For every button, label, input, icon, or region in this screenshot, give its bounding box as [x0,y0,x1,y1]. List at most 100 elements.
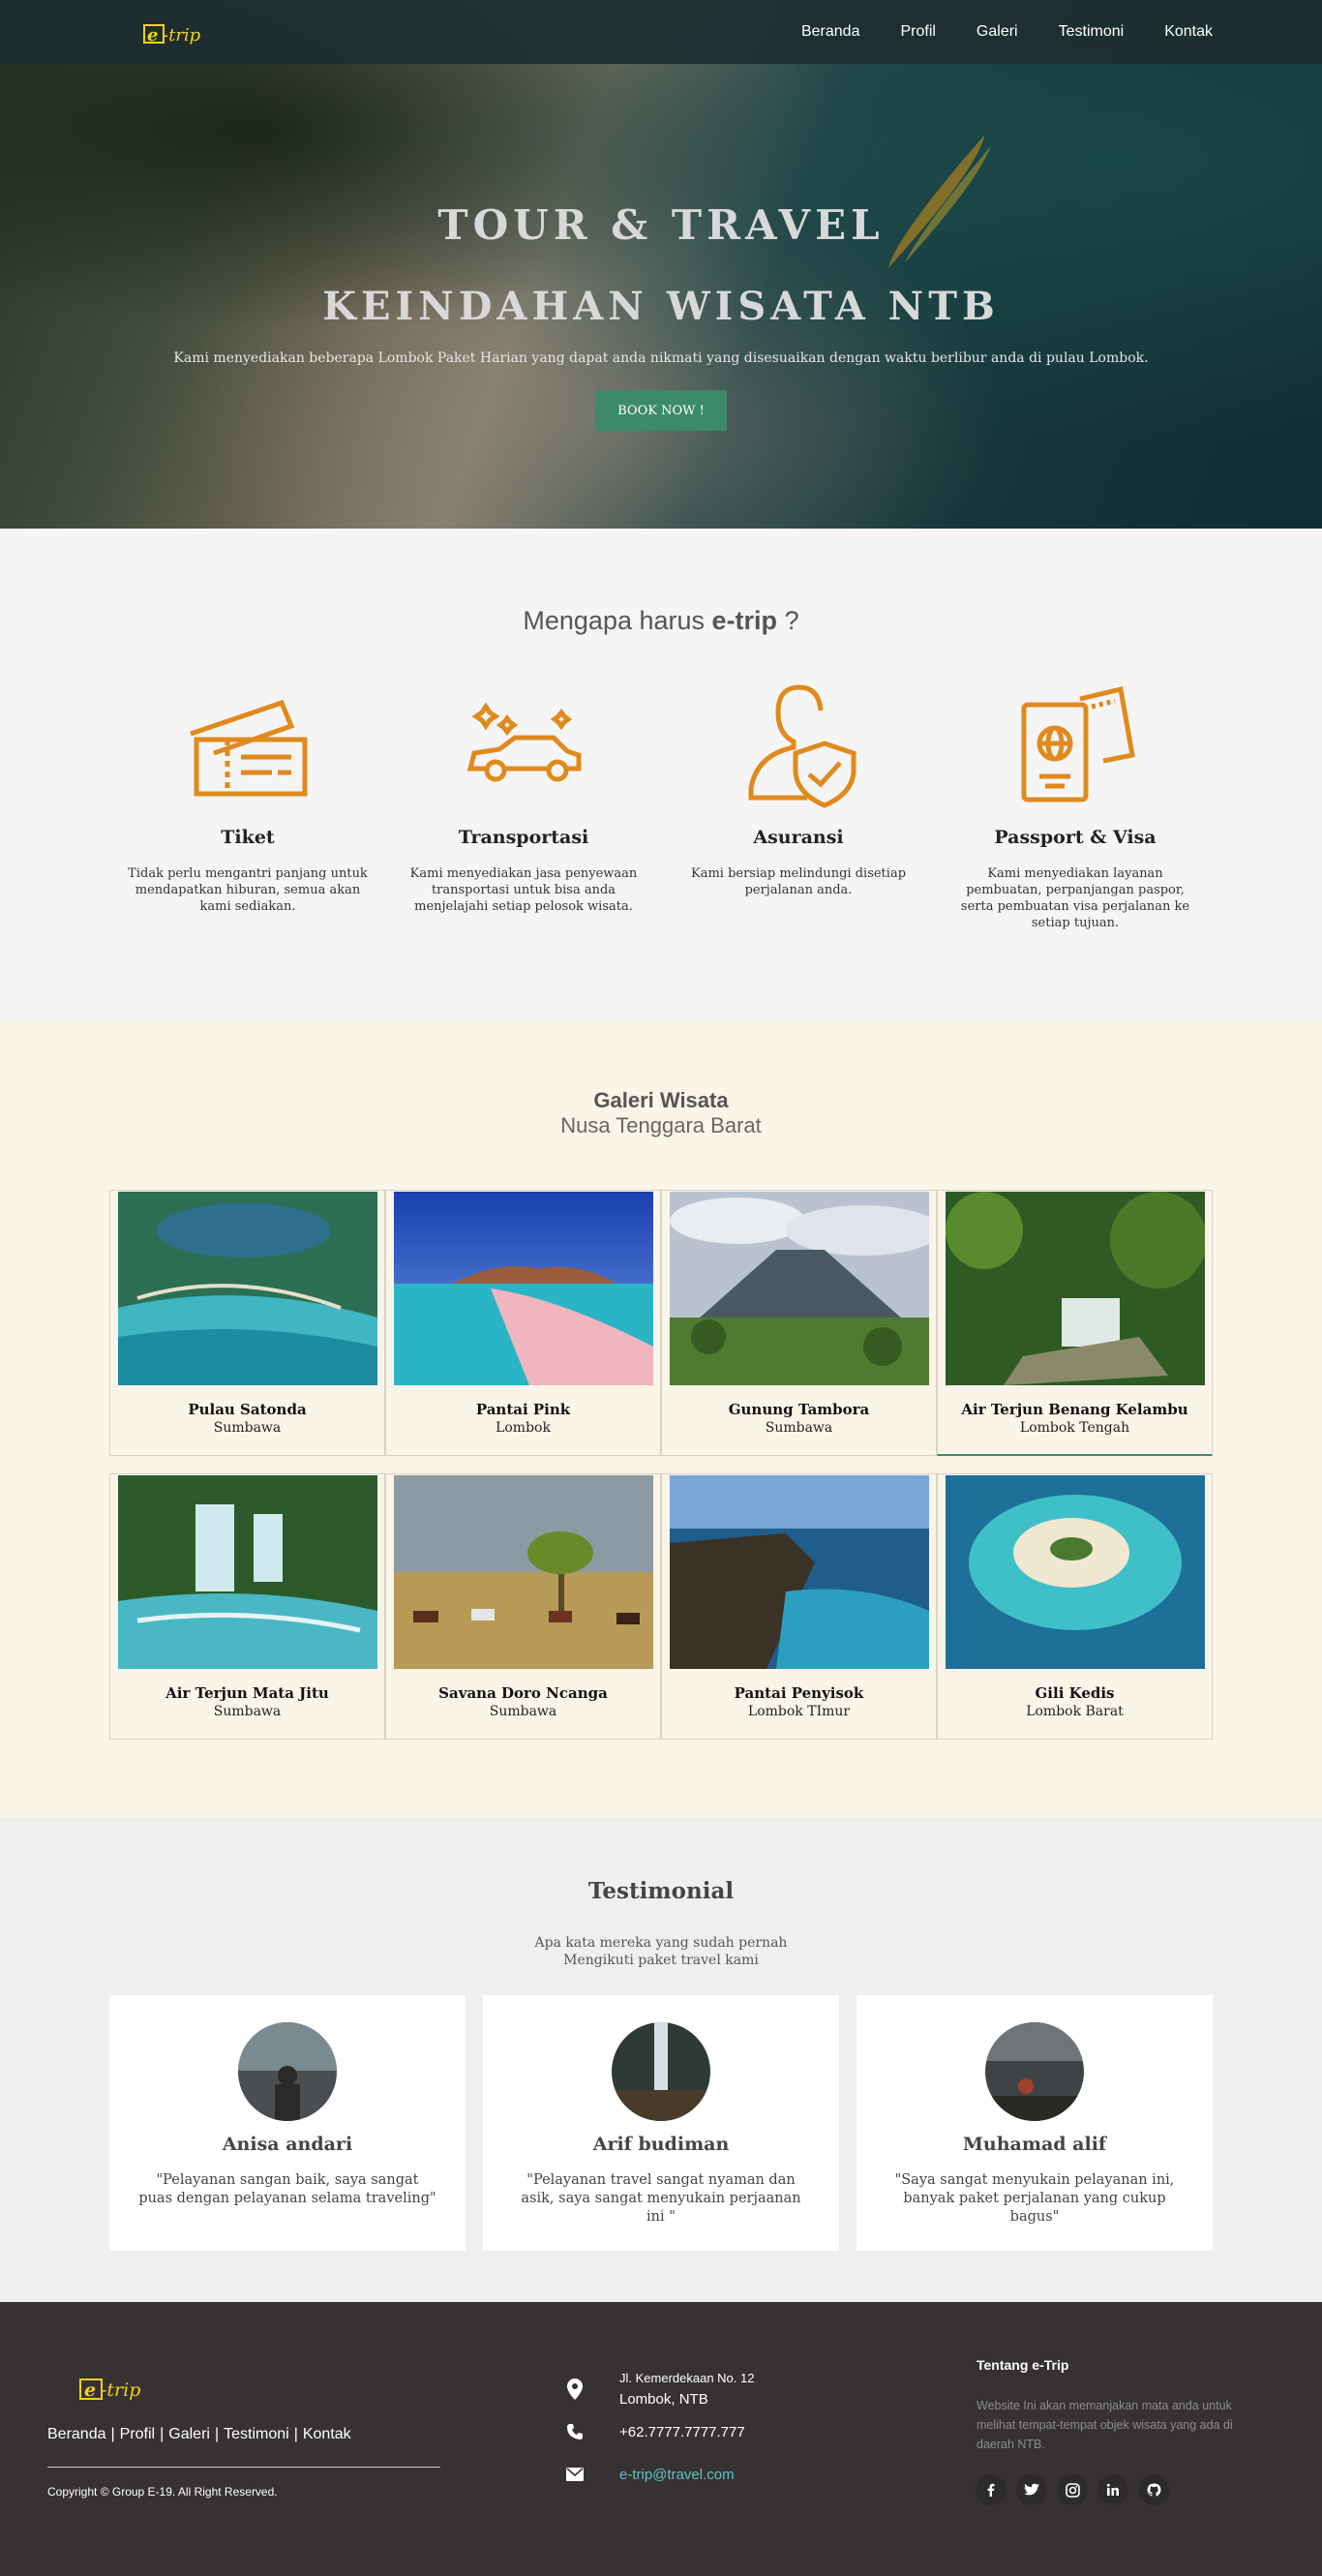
nav-galeri[interactable]: Galeri [976,23,1018,41]
photo-pantai-penyisok [670,1475,929,1669]
photo-savana-doro-ncanga [394,1475,653,1669]
phone-number: +62.7777.7777.777 [619,2423,745,2440]
about-text: Website Ini akan memanjakan mata anda un… [976,2399,1233,2451]
gallery-item-name: Air Terjun Mata Jitu [165,1684,329,1702]
gallery-item-name: Gunung Tambora [728,1401,870,1418]
footer-email: e-trip@travel.com [565,2463,735,2486]
hero-overlay [0,0,1322,529]
nav-profil[interactable]: Profil [900,23,935,41]
feature-text: Kami bersiap melindungi disetiap perjala… [690,866,907,897]
phone-icon [565,2420,585,2443]
feature-title: Passport & Visa [994,827,1157,848]
gallery-item-region: Lombok TImur [747,1704,851,1719]
testimonial-name: Arif budiman [592,2134,730,2155]
gallery-item-name: Air Terjun Benang Kelambu [961,1401,1188,1418]
nav-beranda[interactable]: Beranda [801,23,860,41]
passport-icon [1021,685,1135,803]
address-line1: Jl. Kemerdekaan No. 12 [619,2371,755,2385]
ticket-icon [190,699,308,797]
envelope-icon [565,2463,585,2486]
hero-section: TOUR & TRAVEL KEINDAHAN WISATA NTB Kami … [0,0,1322,529]
gallery-item-name: Pantai Pink [475,1401,571,1418]
twitter-icon[interactable] [1016,2474,1047,2505]
photo-pantai-pink [394,1192,653,1385]
navbar: e -trip Beranda Profil Galeri Testimoni … [0,0,1322,64]
why-section: Mengapa harus e-trip ? Tiket Tidak perlu… [0,529,1322,1022]
footer-link-galeri[interactable]: Galeri [168,2426,210,2442]
feature-transportasi: Transportasi Kami menyediakan jasa penye… [400,683,647,915]
avatar [238,2022,337,2121]
testimonial-name: Anisa andari [222,2134,353,2155]
footer-address: Jl. Kemerdekaan No. 12 Lombok, NTB [565,2368,754,2410]
hero-subtitle: Kami menyediakan beberapa Lombok Paket H… [173,350,1149,366]
testimonial-card: Arif budiman "Pelayanan travel sangat ny… [483,1995,839,2251]
github-icon[interactable] [1138,2474,1169,2505]
gallery-title: Galeri Wisata [593,1088,729,1112]
gallery-card-air-terjun-mata-jitu[interactable]: Air Terjun Mata Jitu Sumbawa [109,1473,385,1740]
gallery-item-name: Savana Doro Ncanga [438,1684,608,1702]
gallery-card-pulau-satonda[interactable]: Pulau Satonda Sumbawa [109,1190,385,1456]
photo-air-terjun-mata-jitu [118,1475,377,1669]
gallery-item-region: Sumbawa [213,1420,282,1436]
gallery-subtitle: Nusa Tenggara Barat [560,1113,762,1137]
gallery-item-region: Sumbawa [765,1420,833,1436]
gallery-item-name: Pulau Satonda [188,1401,307,1418]
feature-title: Tiket [221,827,275,848]
etrip-logo[interactable]: e -trip [79,2371,155,2406]
photo-gili-kedis [946,1475,1205,1669]
facebook-icon[interactable] [976,2474,1007,2505]
gallery-item-region: Sumbawa [213,1704,282,1719]
testimonial-subtitle: Apa kata mereka yang sudah pernah Mengik… [534,1935,788,1968]
hero-title-line2: KEINDAHAN WISATA NTB [322,284,1000,329]
gallery-section: Galeri Wisata Nusa Tenggara Barat Pulau … [0,1022,1322,1818]
user-shield-icon [748,684,856,808]
gallery-item-region: Lombok Tengah [1019,1420,1130,1436]
feature-passport: Passport & Visa Kami menyediakan layanan… [951,683,1199,931]
testimonial-card: Anisa andari "Pelayanan sangan baik, say… [109,1995,466,2251]
gallery-item-region: Lombok Barat [1026,1704,1124,1719]
linkedin-icon[interactable] [1097,2474,1128,2505]
testimonial-card: Muhamad alif "Saya sangat menyukain pela… [856,1995,1213,2251]
gallery-item-region: Lombok [496,1420,551,1436]
svg-text:e: e [147,25,158,45]
about-title: Tentang e-Trip [976,2357,1069,2373]
gallery-item-name: Pantai Penyisok [734,1684,864,1702]
footer-link-testimoni[interactable]: Testimoni [224,2426,289,2442]
svg-text:e: e [84,2379,96,2401]
why-title: Mengapa harus e-trip ? [523,606,799,635]
car-icon [466,702,582,782]
testimonial-quote: "Pelayanan sangan baik, saya sangat puas… [138,2172,436,2206]
photo-air-terjun-benang-kelambu [946,1192,1205,1385]
copyright: Copyright © Group E-19. All Right Reserv… [47,2485,278,2499]
footer: e -trip Beranda | Profil | Galeri | Testimoni |… [0,2302,1322,2576]
gallery-card-pantai-pink[interactable]: Pantai Pink Lombok [385,1190,661,1456]
gallery-card-gunung-tambora[interactable]: Gunung Tambora Sumbawa [661,1190,937,1456]
email-link[interactable]: e-trip@travel.com [619,2467,735,2483]
nav-testimoni[interactable]: Testimoni [1059,23,1125,41]
footer-link-profil[interactable]: Profil [120,2426,155,2442]
testimonial-title: Testimonial [587,1878,735,1904]
gallery-card-savana-doro-ncanga[interactable]: Savana Doro Ncanga Sumbawa [385,1473,661,1740]
avatar [985,2022,1084,2121]
hero-title-line1: TOUR & TRAVEL [437,201,885,249]
gallery-card-gili-kedis[interactable]: Gili Kedis Lombok Barat [937,1473,1213,1740]
feature-asuransi: Asuransi Kami bersiap melindungi disetia… [675,683,922,898]
gallery-item-region: Sumbawa [489,1704,557,1719]
svg-text:-trip: -trip [163,25,201,45]
gallery-card-pantai-penyisok[interactable]: Pantai Penyisok Lombok TImur [661,1473,937,1740]
instagram-icon[interactable] [1057,2474,1088,2505]
address-line2: Lombok, NTB [619,2391,708,2408]
footer-link-beranda[interactable]: Beranda [47,2426,106,2442]
nav-links: Beranda Profil Galeri Testimoni Kontak [761,0,1213,64]
testimonial-quote: "Saya sangat menyukain pelayanan ini, ba… [894,2172,1175,2225]
etrip-logo[interactable]: e -trip [143,17,213,50]
feature-tiket: Tiket Tidak perlu mengantri panjang untu… [124,683,372,915]
nav-kontak[interactable]: Kontak [1164,23,1213,41]
feature-text: Kami menyediakan jasa penyewaan transpor… [409,866,638,914]
feature-text: Tidak perlu mengantri panjang untuk mend… [128,866,368,914]
book-now-button[interactable]: BOOK NOW ! [595,390,727,431]
footer-phone: +62.7777.7777.777 [565,2420,745,2443]
gallery-card-air-terjun-benang-kelambu[interactable]: Air Terjun Benang Kelambu Lombok Tengah [937,1190,1213,1456]
feature-title: Transportasi [458,827,589,848]
footer-link-kontak[interactable]: Kontak [303,2426,351,2442]
